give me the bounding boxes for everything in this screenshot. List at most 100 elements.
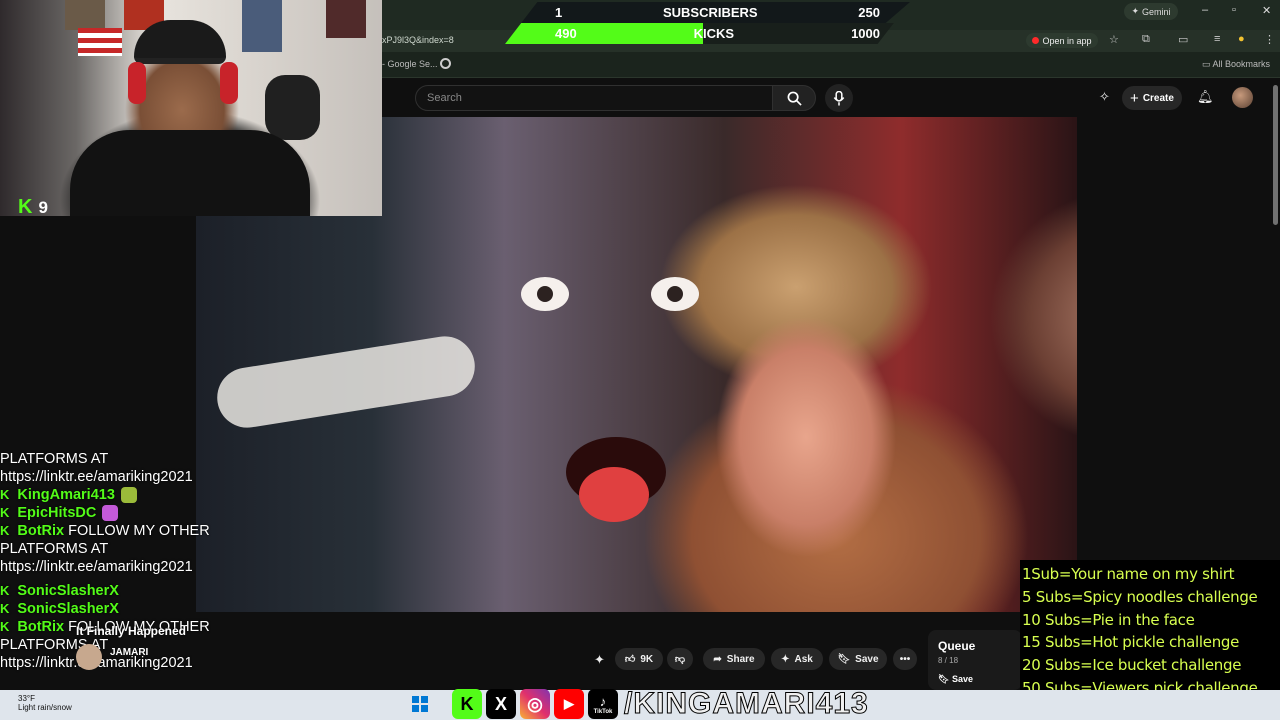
folder-icon: ▭ <box>1201 59 1213 69</box>
kick-viewer-count: K 9 <box>18 196 48 216</box>
like-button[interactable]: 👍︎ 9K <box>615 648 663 670</box>
chat-emote-icon <box>120 487 137 504</box>
extensions-icon[interactable]: ⧉ <box>1142 33 1150 46</box>
kicks-target: 1000 <box>851 26 880 41</box>
ask-button[interactable]: ✦ Ask <box>771 648 823 670</box>
sparkle-icon: ✦ <box>781 653 790 665</box>
profile-icon[interactable]: ● <box>1238 33 1245 45</box>
all-bookmarks[interactable]: ▭ All Bookmarks <box>1202 59 1270 70</box>
chat-text: https://linktr.ee/amariking2021 <box>0 559 193 575</box>
gemini-icon: ✦ <box>1131 6 1140 16</box>
instagram-icon: ◎ <box>520 689 550 719</box>
video-title: It Finally Happened <box>76 624 187 638</box>
more-actions-button[interactable]: ••• <box>893 648 917 670</box>
queue-bookmark-icon: 🔖︎ <box>938 674 952 684</box>
kicks-progress-fill <box>505 23 704 44</box>
weather-widget[interactable]: 33°F Light rain/snow <box>18 694 72 712</box>
video-frame-eye-left <box>521 277 569 311</box>
kick-icon: K <box>452 689 482 719</box>
close-icon[interactable]: ✕ <box>1262 4 1271 17</box>
kick-badge-icon: K <box>0 505 10 520</box>
video-frame-tongue <box>579 467 649 522</box>
chat-message: https://linktr.ee/amariking2021 <box>0 468 260 486</box>
open-in-app-button[interactable]: Open in app <box>1026 33 1098 48</box>
bookmark-google[interactable]: - Google Se... <box>382 59 438 69</box>
chat-message: K BotRix FOLLOW MY OTHER <box>0 522 260 540</box>
kicks-label: KICKS <box>693 26 735 41</box>
plus-icon: + <box>1130 89 1139 107</box>
tiktok-label: TikTok <box>593 708 613 715</box>
sub-goal-item: 15 Subs=Hot pickle challenge <box>1022 633 1240 652</box>
webcam-feed: K 9 <box>0 0 382 216</box>
maximize-icon[interactable]: ▫ <box>1232 4 1236 16</box>
subscribers-goal: 1 SUBSCRIBERS 250 <box>521 2 910 23</box>
webcam-poster <box>326 0 366 38</box>
star-icon[interactable]: ☆ <box>1109 33 1119 46</box>
kick-logo-icon: K <box>18 196 33 216</box>
gemini-spark-icon[interactable]: ✧ <box>1099 89 1110 105</box>
search-button[interactable] <box>772 85 816 111</box>
youtube-app-icon <box>1032 37 1040 44</box>
subs-label: SUBSCRIBERS <box>662 5 758 20</box>
subs-target: 250 <box>858 5 880 20</box>
x-icon: X <box>486 689 516 719</box>
youtube-icon: ▶ <box>554 689 584 719</box>
bookmark-globe-icon[interactable] <box>440 58 451 69</box>
create-button[interactable]: + Create <box>1122 86 1182 110</box>
chat-message: K SonicSlasherX <box>0 582 260 600</box>
reading-list-icon[interactable]: ≡ <box>1214 33 1220 45</box>
chat-message: PLATFORMS AT <box>0 540 260 558</box>
queue-save-button[interactable]: 🔖︎ Save <box>938 674 973 685</box>
ask-label: Ask <box>794 653 813 665</box>
share-button[interactable]: ➦ Share <box>703 648 765 670</box>
chat-message: PLATFORMS AT <box>0 450 260 468</box>
viewer-count: 9 <box>38 197 48 217</box>
kick-badge-icon: K <box>0 619 10 634</box>
chat-emote-icon <box>102 505 119 522</box>
windows-start-icon[interactable] <box>412 696 428 712</box>
webcam-dog <box>265 75 320 140</box>
chat-message: https://linktr.ee/amariking2021 <box>0 558 260 576</box>
save-label: Save <box>855 653 879 665</box>
queue-save-label: Save <box>951 674 973 684</box>
webcam-poster <box>65 0 105 30</box>
channel-name[interactable]: JAMARI <box>110 647 148 658</box>
chat-username: EpicHitsDC <box>17 505 97 521</box>
social-handles: K X ◎ ▶ ♪ TikTok /KINGAMARI413 <box>452 687 869 720</box>
sub-goal-item: 20 Subs=Ice bucket challenge <box>1022 656 1242 675</box>
chat-message: K SonicSlasherX <box>0 600 260 618</box>
webcam-cap <box>134 20 226 64</box>
minimize-icon[interactable]: – <box>1202 4 1208 16</box>
webcam-headphone-right <box>220 62 238 104</box>
goal-bar: 1 SUBSCRIBERS 250 490 KICKS 1000 <box>505 2 910 44</box>
sub-goal-item: 1Sub=Your name on my shirt <box>1022 565 1235 583</box>
gemini-button[interactable]: ✦ Gemini <box>1124 3 1178 20</box>
url-text: xPJ9l3Q&index=8 <box>382 35 454 45</box>
dislike-button[interactable]: 👎︎ <box>667 648 693 670</box>
save-button[interactable]: 🔖︎ Save <box>829 648 887 670</box>
menu-icon[interactable]: ⋮ <box>1264 33 1275 46</box>
voice-search-button[interactable] <box>825 84 853 112</box>
webcam-flag <box>78 28 122 56</box>
cast-icon[interactable]: ▭ <box>1178 33 1188 46</box>
weather-text: Light rain/snow <box>18 703 72 712</box>
create-label: Create <box>1142 92 1174 104</box>
account-avatar[interactable] <box>1232 87 1253 108</box>
chat-text: https://linktr.ee/amariking2021 <box>0 469 193 485</box>
kick-badge-icon: K <box>0 523 10 538</box>
thumbs-up-icon: 👍︎ <box>624 654 636 665</box>
page-scrollbar[interactable] <box>1273 85 1278 225</box>
search-icon <box>787 91 802 106</box>
chat-username: BotRix <box>17 523 65 539</box>
notifications-icon[interactable]: 🔔︎ <box>1197 89 1214 105</box>
gemini-ask-icon[interactable]: ✦ <box>594 652 605 668</box>
kicks-current: 490 <box>555 26 577 41</box>
search-input[interactable]: Search <box>415 85 773 111</box>
like-count: 9K <box>640 653 654 665</box>
sub-goal-item: 10 Subs=Pie in the face <box>1022 610 1195 629</box>
kick-badge-icon: K <box>0 583 10 598</box>
channel-avatar[interactable] <box>76 644 102 670</box>
chat-message: K EpicHitsDC <box>0 504 260 522</box>
queue-panel[interactable]: Queue 8 / 18 🔖︎ Save <box>928 630 1022 690</box>
tiktok-icon: ♪ TikTok <box>588 689 618 719</box>
